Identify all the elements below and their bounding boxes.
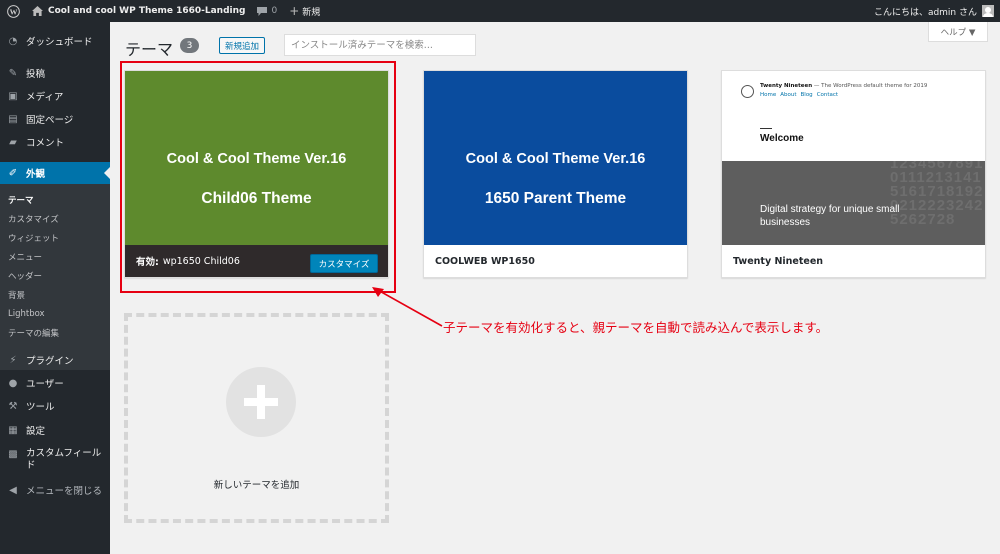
menu-label: コメント	[26, 138, 65, 149]
theme-screenshot-line1: Cool & Cool Theme Ver.16	[465, 151, 646, 167]
page-title: テーマ	[125, 40, 174, 59]
plus-icon: +	[289, 4, 300, 18]
site-name-link[interactable]: Cool and cool WP Theme 1660-Landing	[26, 0, 251, 22]
tn-nav-item: Home	[760, 92, 777, 98]
tn-nav: Home About Blog Contact	[760, 92, 842, 98]
greeting: こんにちは、admin さん	[873, 7, 977, 18]
comments-link[interactable]: 0	[251, 0, 283, 22]
avatar	[982, 5, 994, 17]
media-icon: ▣	[8, 90, 18, 102]
submenu-lightbox[interactable]: Lightbox	[0, 304, 110, 323]
menu-label: メニューを閉じる	[26, 486, 103, 497]
new-label: 新規	[302, 7, 321, 18]
grid-icon: ▩	[8, 448, 18, 460]
menu-collapse[interactable]: ◀ メニューを閉じる	[0, 479, 110, 501]
menu-label: 投稿	[26, 69, 46, 80]
theme-card-twenty-nineteen[interactable]: Twenty Nineteen — The WordPress default …	[721, 70, 986, 278]
page-icon: ▤	[8, 113, 18, 125]
annotation-arrow-icon	[372, 287, 443, 327]
tn-welcome: Welcome	[760, 133, 804, 144]
menu-label: カスタムフィールド	[26, 448, 102, 471]
tn-nav-item: Blog	[800, 92, 813, 98]
wrench-icon: ⚒	[8, 400, 18, 412]
theme-search-input[interactable]	[284, 34, 476, 56]
menu-dashboard[interactable]: ◔ ダッシュボード	[0, 30, 110, 52]
admin-bar: W Cool and cool WP Theme 1660-Landing 0 …	[0, 0, 1000, 22]
submenu-menus[interactable]: メニュー	[0, 247, 110, 266]
dashboard-icon: ◔	[8, 35, 18, 47]
menu-appearance[interactable]: ✐ 外観	[0, 162, 110, 184]
submenu-customize[interactable]: カスタマイズ	[0, 209, 110, 228]
add-new-theme-label: 新しいテーマを追加	[213, 480, 300, 491]
plus-icon	[226, 367, 296, 437]
menu-users[interactable]: ● ユーザー	[0, 372, 110, 394]
tn-nav-item: Contact	[816, 92, 839, 98]
tn-calendar-digits: 1234567891011121314151617181920212223242…	[890, 161, 984, 228]
menu-label: メディア	[26, 92, 64, 103]
submenu-theme-editor[interactable]: テーマの編集	[0, 323, 110, 342]
site-name: Cool and cool WP Theme 1660-Landing	[48, 6, 246, 16]
highlight-box	[120, 61, 396, 293]
menu-label: ダッシュボード	[26, 37, 93, 48]
menu-plugins[interactable]: ⚡ プラグイン	[0, 349, 110, 371]
svg-text:W: W	[9, 7, 17, 16]
tn-site-title: Twenty Nineteen — The WordPress default …	[760, 83, 927, 89]
wordpress-logo-icon	[741, 85, 754, 98]
theme-name: COOLWEB WP1650	[435, 255, 535, 267]
add-new-theme-card[interactable]: 新しいテーマを追加	[124, 313, 389, 523]
plugin-icon: ⚡	[9, 354, 17, 366]
theme-name: Twenty Nineteen	[733, 255, 824, 267]
menu-label: 外観	[26, 169, 46, 180]
menu-posts[interactable]: ✎ 投稿	[0, 62, 110, 84]
submenu-header[interactable]: ヘッダー	[0, 266, 110, 285]
menu-label: 設定	[26, 426, 46, 437]
comment-icon: ▰	[9, 136, 17, 148]
menu-settings[interactable]: ▦ 設定	[0, 419, 110, 441]
theme-screenshot[interactable]: Cool & Cool Theme Ver.16 1650 Parent The…	[424, 71, 687, 245]
annotation-text: 子テーマを有効化すると、親テーマを自動で読み込んで表示します。	[443, 320, 829, 335]
menu-pages[interactable]: ▤ 固定ページ	[0, 108, 110, 130]
menu-tools[interactable]: ⚒ ツール	[0, 395, 110, 417]
menu-label: 固定ページ	[26, 115, 74, 126]
menu-label: ツール	[26, 402, 55, 413]
submenu-widgets[interactable]: ウィジェット	[0, 228, 110, 247]
my-account[interactable]: こんにちは、admin さん	[868, 0, 1000, 22]
paintbrush-icon: ✐	[8, 167, 18, 179]
menu-comments[interactable]: ▰ コメント	[0, 131, 110, 153]
theme-card-coolweb[interactable]: Cool & Cool Theme Ver.16 1650 Parent The…	[423, 70, 688, 278]
appearance-submenu: テーマ カスタマイズ ウィジェット メニュー ヘッダー 背景 Lightbox …	[0, 184, 110, 370]
tn-nav-item: About	[780, 92, 797, 98]
add-new-button[interactable]: 新規追加	[219, 37, 266, 54]
tn-site-name: Twenty Nineteen	[760, 83, 813, 89]
submenu-background[interactable]: 背景	[0, 285, 110, 304]
new-content-link[interactable]: + 新規	[283, 0, 326, 22]
menu-custom-fields[interactable]: ▩ カスタムフィールド	[0, 446, 110, 474]
help-tab[interactable]: ヘルプ ▼	[928, 22, 988, 42]
collapse-arrow-icon: ◀	[9, 484, 17, 496]
tn-hero: 1234567891011121314151617181920212223242…	[722, 161, 985, 245]
wordpress-logo-icon[interactable]: W	[0, 0, 26, 22]
settings-icon: ▦	[8, 424, 18, 436]
comments-count: 0	[271, 6, 278, 16]
pin-icon: ✎	[8, 67, 18, 79]
tn-strategy: Digital strategy for unique small busine…	[760, 204, 900, 228]
menu-media[interactable]: ▣ メディア	[0, 85, 110, 107]
theme-screenshot-line2: 1650 Parent Theme	[484, 190, 627, 207]
submenu-themes[interactable]: テーマ	[0, 190, 110, 209]
tn-rule	[760, 128, 772, 129]
theme-count-badge: 3	[180, 38, 199, 53]
admin-sidebar: ◔ ダッシュボード ✎ 投稿 ▣ メディア ▤ 固定ページ ▰ コメント ✐ 外観 テーマ …	[0, 22, 110, 554]
comment-icon	[257, 6, 268, 16]
menu-label: プラグイン	[26, 356, 74, 367]
theme-screenshot[interactable]: Twenty Nineteen — The WordPress default …	[722, 71, 985, 245]
user-icon: ●	[8, 377, 18, 389]
tn-tagline: — The WordPress default theme for 2019	[812, 83, 928, 89]
home-icon	[32, 6, 43, 16]
menu-label: ユーザー	[26, 379, 64, 390]
